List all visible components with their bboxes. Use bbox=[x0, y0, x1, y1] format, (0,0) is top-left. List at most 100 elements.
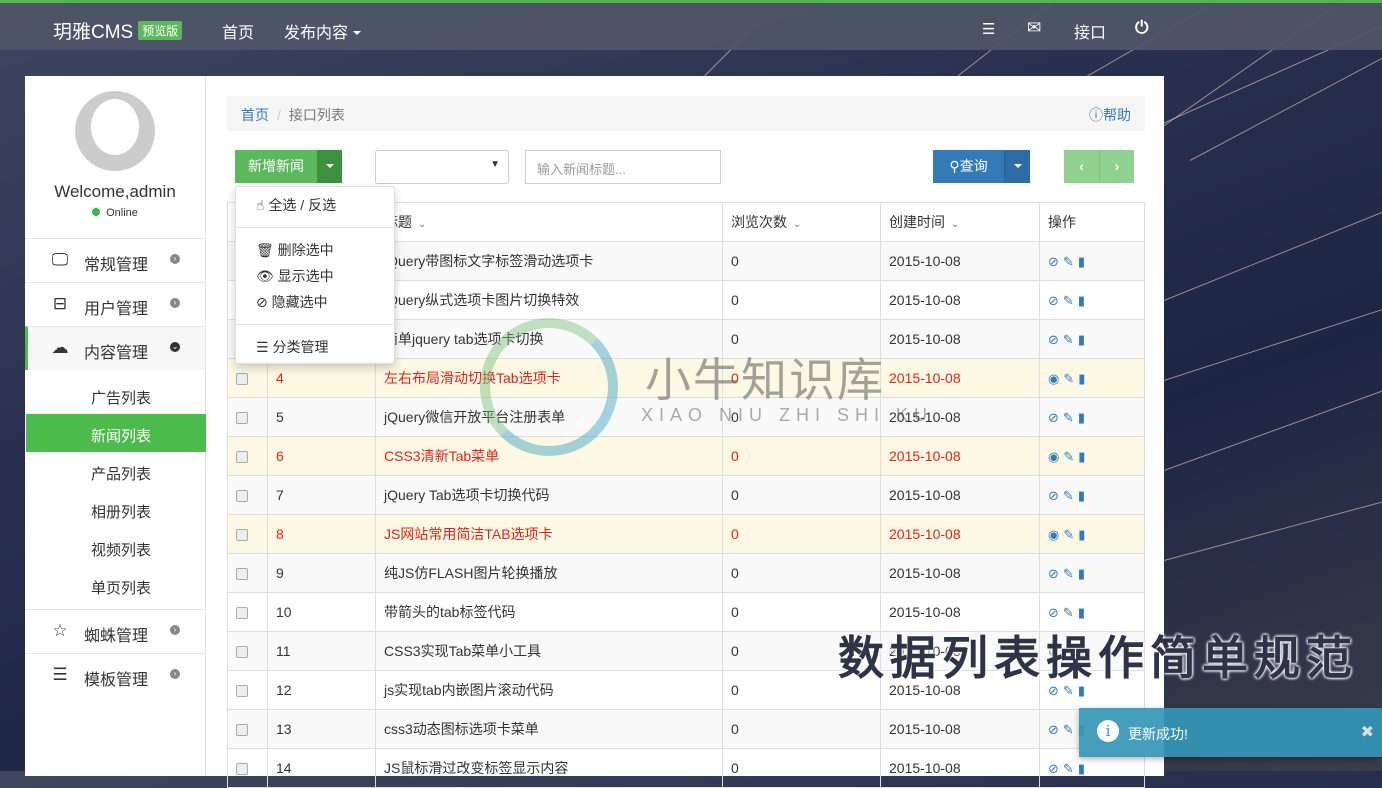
table-row[interactable]: 10 带箭头的tab标签代码 0 2015-10-08 ⊘ ✎ ▮ bbox=[227, 592, 1145, 632]
pencil-icon[interactable]: ✎ bbox=[1063, 410, 1074, 425]
row-checkbox[interactable] bbox=[236, 451, 248, 464]
pencil-icon[interactable]: ✎ bbox=[1063, 605, 1074, 620]
query-dropdown-toggle[interactable] bbox=[1004, 150, 1030, 183]
row-checkbox[interactable] bbox=[236, 646, 248, 659]
eye-icon[interactable]: ◉ bbox=[1048, 527, 1059, 542]
sidebar-item-general[interactable]: 🖵 常规管理 › bbox=[25, 238, 205, 282]
table-row[interactable]: 8 JS网站常用简洁TAB选项卡 0 2015-10-08 ◉ ✎ ▮ bbox=[227, 514, 1145, 554]
row-checkbox[interactable] bbox=[236, 763, 248, 776]
trash-icon[interactable]: ▮ bbox=[1078, 566, 1085, 581]
trash-icon[interactable]: ▮ bbox=[1078, 683, 1085, 698]
row-title[interactable]: 带箭头的tab标签代码 bbox=[375, 592, 723, 632]
table-row[interactable]: 11 CSS3实现Tab菜单小工具 0 2015-10-08 ⊘ ✎ ▮ bbox=[227, 631, 1145, 671]
submenu-pages[interactable]: 单页列表 bbox=[26, 566, 206, 604]
row-title[interactable]: jQuery带图标文字标签滑动选项卡 bbox=[375, 241, 723, 281]
submenu-ads[interactable]: 广告列表 bbox=[26, 376, 206, 414]
row-checkbox[interactable] bbox=[236, 568, 248, 581]
row-checkbox[interactable] bbox=[236, 724, 248, 737]
next-page-button[interactable]: › bbox=[1099, 150, 1134, 183]
eye-slash-icon[interactable]: ⊘ bbox=[1048, 605, 1059, 620]
pencil-icon[interactable]: ✎ bbox=[1063, 488, 1074, 503]
trash-icon[interactable]: ▮ bbox=[1078, 293, 1085, 308]
table-row[interactable]: 4 左右布局滑动切换Tab选项卡 0 2015-10-08 ◉ ✎ ▮ bbox=[227, 358, 1145, 398]
header-title[interactable]: 标题 ⌄ bbox=[375, 202, 723, 242]
trash-icon[interactable]: ▮ bbox=[1078, 410, 1085, 425]
eye-slash-icon[interactable]: ⊘ bbox=[1048, 722, 1059, 737]
eye-slash-icon[interactable]: ⊘ bbox=[1048, 410, 1059, 425]
row-checkbox[interactable] bbox=[236, 607, 248, 620]
trash-icon[interactable]: ▮ bbox=[1078, 371, 1085, 386]
row-title[interactable]: jQuery微信开放平台注册表单 bbox=[375, 397, 723, 437]
nav-api[interactable]: 接口 bbox=[1074, 19, 1106, 43]
eye-slash-icon[interactable]: ⊘ bbox=[1048, 293, 1059, 308]
row-checkbox[interactable] bbox=[236, 490, 248, 503]
envelope-icon[interactable]: ✉ bbox=[1027, 18, 1041, 38]
eye-slash-icon[interactable]: ⊘ bbox=[1048, 566, 1059, 581]
row-title[interactable]: CSS3清新Tab菜单 bbox=[375, 436, 723, 476]
row-title[interactable]: css3动态图标选项卡菜单 bbox=[375, 709, 723, 749]
row-title[interactable]: jQuery Tab选项卡切换代码 bbox=[375, 475, 723, 515]
pencil-icon[interactable]: ✎ bbox=[1063, 722, 1074, 737]
table-row[interactable]: 14 JS鼠标滑过改变标签显示内容 0 2015-10-08 ⊘ ✎ ▮ bbox=[227, 748, 1145, 788]
nav-home[interactable]: 首页 bbox=[222, 19, 254, 43]
table-row[interactable]: 5 jQuery微信开放平台注册表单 0 2015-10-08 ⊘ ✎ ▮ bbox=[227, 397, 1145, 437]
eye-slash-icon[interactable]: ⊘ bbox=[1048, 488, 1059, 503]
submenu-albums[interactable]: 相册列表 bbox=[26, 490, 206, 528]
trash-icon[interactable]: ▮ bbox=[1078, 605, 1085, 620]
server-icon[interactable]: ☰ bbox=[982, 20, 995, 38]
help-link[interactable]: ⓘ帮助 bbox=[1089, 105, 1131, 125]
pencil-icon[interactable]: ✎ bbox=[1063, 644, 1074, 659]
row-checkbox[interactable] bbox=[236, 373, 248, 386]
pencil-icon[interactable]: ✎ bbox=[1063, 254, 1074, 269]
pencil-icon[interactable]: ✎ bbox=[1063, 683, 1074, 698]
eye-slash-icon[interactable]: ⊘ bbox=[1048, 644, 1059, 659]
row-title[interactable]: jQuery纵式选项卡图片切换特效 bbox=[375, 280, 723, 320]
power-icon[interactable]: ⏻ bbox=[1135, 18, 1148, 38]
pencil-icon[interactable]: ✎ bbox=[1063, 761, 1074, 776]
row-checkbox[interactable] bbox=[236, 529, 248, 542]
row-title[interactable]: 简单jquery tab选项卡切换 bbox=[375, 319, 723, 359]
close-icon[interactable]: ✖ bbox=[1361, 722, 1374, 742]
row-title[interactable]: 纯JS仿FLASH图片轮换播放 bbox=[375, 553, 723, 593]
sidebar-item-users[interactable]: ⊟ 用户管理 › bbox=[25, 282, 205, 326]
table-row[interactable]: 7 jQuery Tab选项卡切换代码 0 2015-10-08 ⊘ ✎ ▮ bbox=[227, 475, 1145, 515]
submenu-videos[interactable]: 视频列表 bbox=[26, 528, 206, 566]
row-checkbox[interactable] bbox=[236, 412, 248, 425]
trash-icon[interactable]: ▮ bbox=[1078, 488, 1085, 503]
breadcrumb-home[interactable]: 首页 bbox=[241, 107, 269, 123]
menu-item-show[interactable]: 👁 显示选中 bbox=[256, 266, 334, 286]
sidebar-item-spider[interactable]: ☆ 蜘蛛管理 › bbox=[25, 609, 205, 653]
menu-item-categories[interactable]: ☰ 分类管理 bbox=[256, 337, 328, 357]
trash-icon[interactable]: ▮ bbox=[1078, 644, 1085, 659]
row-title[interactable]: CSS3实现Tab菜单小工具 bbox=[375, 631, 723, 671]
eye-icon[interactable]: ◉ bbox=[1048, 371, 1059, 386]
pencil-icon[interactable]: ✎ bbox=[1063, 293, 1074, 308]
trash-icon[interactable]: ▮ bbox=[1078, 254, 1085, 269]
header-views[interactable]: 浏览次数 ⌄ bbox=[722, 202, 881, 242]
header-date[interactable]: 创建时间 ⌄ bbox=[880, 202, 1040, 242]
add-news-dropdown-toggle[interactable] bbox=[317, 150, 342, 183]
eye-slash-icon[interactable]: ⊘ bbox=[1048, 332, 1059, 347]
prev-page-button[interactable]: ‹ bbox=[1064, 150, 1099, 183]
submenu-news[interactable]: 新闻列表 bbox=[26, 414, 206, 452]
table-row[interactable]: 12 js实现tab内嵌图片滚动代码 0 2015-10-08 ⊘ ✎ ▮ bbox=[227, 670, 1145, 710]
menu-item-delete[interactable]: 🗑 删除选中 bbox=[256, 240, 334, 260]
add-news-button[interactable]: 新增新闻 bbox=[235, 150, 317, 183]
menu-item-select-all[interactable]: ☝ 全选 / 反选 bbox=[256, 195, 336, 215]
eye-icon[interactable]: ◉ bbox=[1048, 449, 1059, 464]
trash-icon[interactable]: ▮ bbox=[1078, 332, 1085, 347]
pencil-icon[interactable]: ✎ bbox=[1063, 527, 1074, 542]
row-title[interactable]: js实现tab内嵌图片滚动代码 bbox=[375, 670, 723, 710]
submenu-products[interactable]: 产品列表 bbox=[26, 452, 206, 490]
eye-slash-icon[interactable]: ⊘ bbox=[1048, 761, 1059, 776]
menu-item-hide[interactable]: ⊘ 隐藏选中 bbox=[256, 292, 328, 312]
row-title[interactable]: JS鼠标滑过改变标签显示内容 bbox=[375, 748, 723, 788]
trash-icon[interactable]: ▮ bbox=[1078, 449, 1085, 464]
pencil-icon[interactable]: ✎ bbox=[1063, 449, 1074, 464]
sidebar-item-templates[interactable]: ☰ 模板管理 › bbox=[25, 653, 205, 697]
table-row[interactable]: 13 css3动态图标选项卡菜单 0 2015-10-08 ⊘✎▮ bbox=[227, 709, 1145, 749]
category-select[interactable]: ▼ bbox=[375, 150, 509, 184]
table-row[interactable]: 6 CSS3清新Tab菜单 0 2015-10-08 ◉ ✎ ▮ bbox=[227, 436, 1145, 476]
pencil-icon[interactable]: ✎ bbox=[1063, 566, 1074, 581]
pencil-icon[interactable]: ✎ bbox=[1063, 332, 1074, 347]
